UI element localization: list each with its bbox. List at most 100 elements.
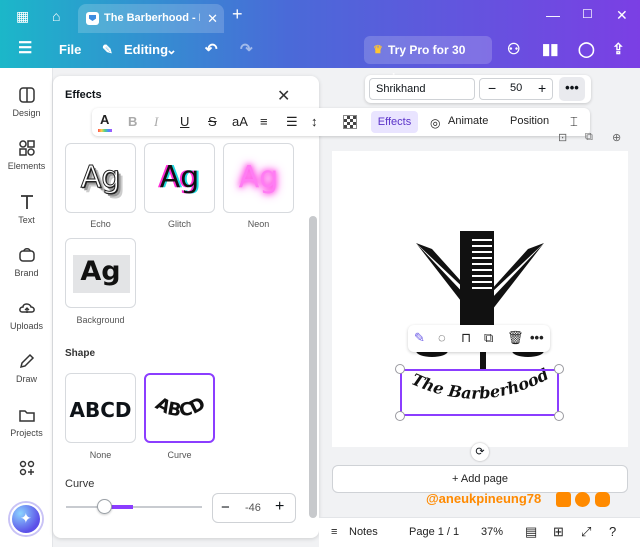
undo-icon[interactable]: ↶ <box>205 42 218 58</box>
fullscreen-icon[interactable]: ⤢ <box>581 524 591 540</box>
more-icon[interactable]: ••• <box>530 330 544 345</box>
resize-handle[interactable] <box>554 411 564 421</box>
strikethrough-button[interactable]: S <box>208 114 217 130</box>
underline-button[interactable]: U <box>180 114 189 130</box>
brand-icon <box>18 248 35 262</box>
share-people-icon[interactable]: ⚇ <box>507 42 520 58</box>
grid-icon[interactable]: ▦ <box>16 8 29 24</box>
delete-icon[interactable]: 🗑 <box>507 330 524 346</box>
duplicate-icon[interactable]: ⧉ <box>484 330 493 346</box>
curve-slider-thumb[interactable] <box>97 499 112 514</box>
italic-button[interactable]: I <box>154 114 158 130</box>
file-menu[interactable]: File <box>59 42 81 58</box>
font-family-select[interactable]: Shrikhand <box>369 78 475 100</box>
element-context-bar: ✎ ◌ ⊓ ⧉ 🗑 ••• <box>408 325 550 352</box>
add-page-button[interactable]: + Add page <box>332 465 628 493</box>
new-tab-icon[interactable]: + <box>232 5 243 23</box>
align-center-icon[interactable]: ≡ <box>260 114 268 130</box>
title-bar: ▦ ⌂ The Barberhood - I... ✕ + — ☐ ✕ <box>0 0 640 33</box>
insights-chart-icon[interactable]: ▮▮ <box>542 42 559 58</box>
projects-icon <box>18 410 35 422</box>
uploads-icon <box>18 303 35 313</box>
notes-icon: ≡ <box>331 526 338 538</box>
telegram-icon <box>575 492 590 507</box>
sidebar-item-design[interactable]: Design <box>0 86 53 118</box>
sidebar-item-label: Text <box>18 215 35 225</box>
magic-edit-icon[interactable]: ✎ <box>414 330 425 346</box>
help-icon[interactable]: ? <box>609 524 616 539</box>
share-icon[interactable]: ⇪ <box>612 42 625 58</box>
status-footer: ≡ Notes Page 1 / 1 37% ▤ ⊞ ⤢ ? <box>319 517 640 547</box>
effect-tile-echo[interactable]: Ag <box>65 143 136 213</box>
left-sidebar: Design Elements Text Brand Uploads Draw … <box>0 68 53 547</box>
sidebar-item-apps[interactable] <box>0 459 53 481</box>
bullet-list-icon[interactable]: ☰ <box>286 114 298 130</box>
resize-handle[interactable] <box>395 364 405 374</box>
increment-button[interactable]: + <box>275 498 284 516</box>
tab-title: The Barberhood - I... <box>104 12 200 24</box>
add-page-icon[interactable]: ⊕ <box>612 131 621 144</box>
magic-assistant-button[interactable] <box>10 503 42 535</box>
lock-icon[interactable]: ⊓ <box>461 330 471 346</box>
sidebar-item-label: Design <box>12 108 41 118</box>
sidebar-item-text[interactable]: Text <box>0 193 53 225</box>
font-size-decrease[interactable]: − <box>488 80 496 96</box>
maximize-icon[interactable]: ☐ <box>582 7 593 21</box>
panel-scrollbar[interactable] <box>309 216 317 518</box>
chevron-down-icon[interactable]: ⌄ <box>166 42 177 58</box>
grid-view-icon[interactable]: ▤ <box>525 524 537 540</box>
font-size-increase[interactable]: + <box>538 80 546 96</box>
effect-sample: Ag <box>238 160 279 195</box>
sidebar-item-brand[interactable]: Brand <box>0 246 53 278</box>
close-icon[interactable]: ✕ <box>277 86 290 106</box>
curve-slider-track[interactable] <box>66 506 202 508</box>
lock-page-icon[interactable]: ⊡ <box>558 131 567 144</box>
animate-button[interactable]: Animate <box>448 115 488 127</box>
sidebar-item-uploads[interactable]: Uploads <box>0 299 53 331</box>
effect-tile-neon[interactable]: Ag <box>223 143 294 213</box>
page-indicator[interactable]: Page 1 / 1 <box>409 526 459 538</box>
shape-tile-curve[interactable]: ABCD <box>144 373 215 443</box>
browser-tab[interactable]: The Barberhood - I... ✕ <box>78 4 224 33</box>
shape-tile-none[interactable]: ABCD <box>65 373 136 443</box>
text-selection-box[interactable] <box>400 369 559 416</box>
text-case-button[interactable]: aA <box>232 114 248 130</box>
try-pro-button[interactable]: ♛ Try Pro for 30 days <box>364 36 492 85</box>
bold-button[interactable]: B <box>128 114 137 130</box>
text-color-button[interactable]: A <box>100 112 109 128</box>
sidebar-item-draw[interactable]: Draw <box>0 352 53 384</box>
decrement-button[interactable]: − <box>221 499 230 516</box>
notes-button[interactable]: Notes <box>349 526 378 538</box>
comment-icon[interactable]: ◯ <box>578 42 595 58</box>
shape-label-none: None <box>89 450 112 460</box>
menu-icon[interactable]: ☰ <box>18 41 32 57</box>
font-size-value[interactable]: 50 <box>510 82 522 94</box>
effect-tile-glitch[interactable]: Ag <box>144 143 215 213</box>
pages-icon[interactable]: ⊞ <box>553 524 564 540</box>
rotate-icon[interactable]: ⟳ <box>471 443 489 461</box>
transparency-icon[interactable] <box>343 115 357 129</box>
curve-stepper: − -46 + <box>212 493 296 523</box>
sidebar-item-projects[interactable]: Projects <box>0 406 53 438</box>
duplicate-page-icon[interactable]: ⧉ <box>585 131 593 144</box>
minimize-icon[interactable]: — <box>546 7 560 23</box>
resize-handle[interactable] <box>554 364 564 374</box>
close-tab-icon[interactable]: ✕ <box>207 11 218 27</box>
editing-mode-button[interactable]: Editing <box>124 42 168 58</box>
color-bar <box>98 129 112 132</box>
redo-icon[interactable]: ↷ <box>240 42 253 58</box>
curve-value[interactable]: -46 <box>245 502 261 514</box>
more-options-button[interactable]: ••• <box>559 77 585 101</box>
effect-label-echo: Echo <box>90 219 111 229</box>
position-button[interactable]: Position <box>510 115 549 127</box>
resize-handle[interactable] <box>395 411 405 421</box>
sidebar-item-elements[interactable]: Elements <box>0 139 53 171</box>
window-close-icon[interactable]: ✕ <box>616 7 628 24</box>
home-icon[interactable]: ⌂ <box>52 8 60 24</box>
effect-tile-background[interactable]: Ag <box>65 238 136 308</box>
zoom-level[interactable]: 37% <box>481 526 503 538</box>
spacing-icon[interactable]: ↕ <box>311 114 318 130</box>
add-comment-icon[interactable]: ◌ <box>438 330 446 345</box>
paint-roller-icon[interactable]: ⌶ <box>570 114 578 130</box>
effects-button[interactable]: Effects <box>371 111 418 133</box>
